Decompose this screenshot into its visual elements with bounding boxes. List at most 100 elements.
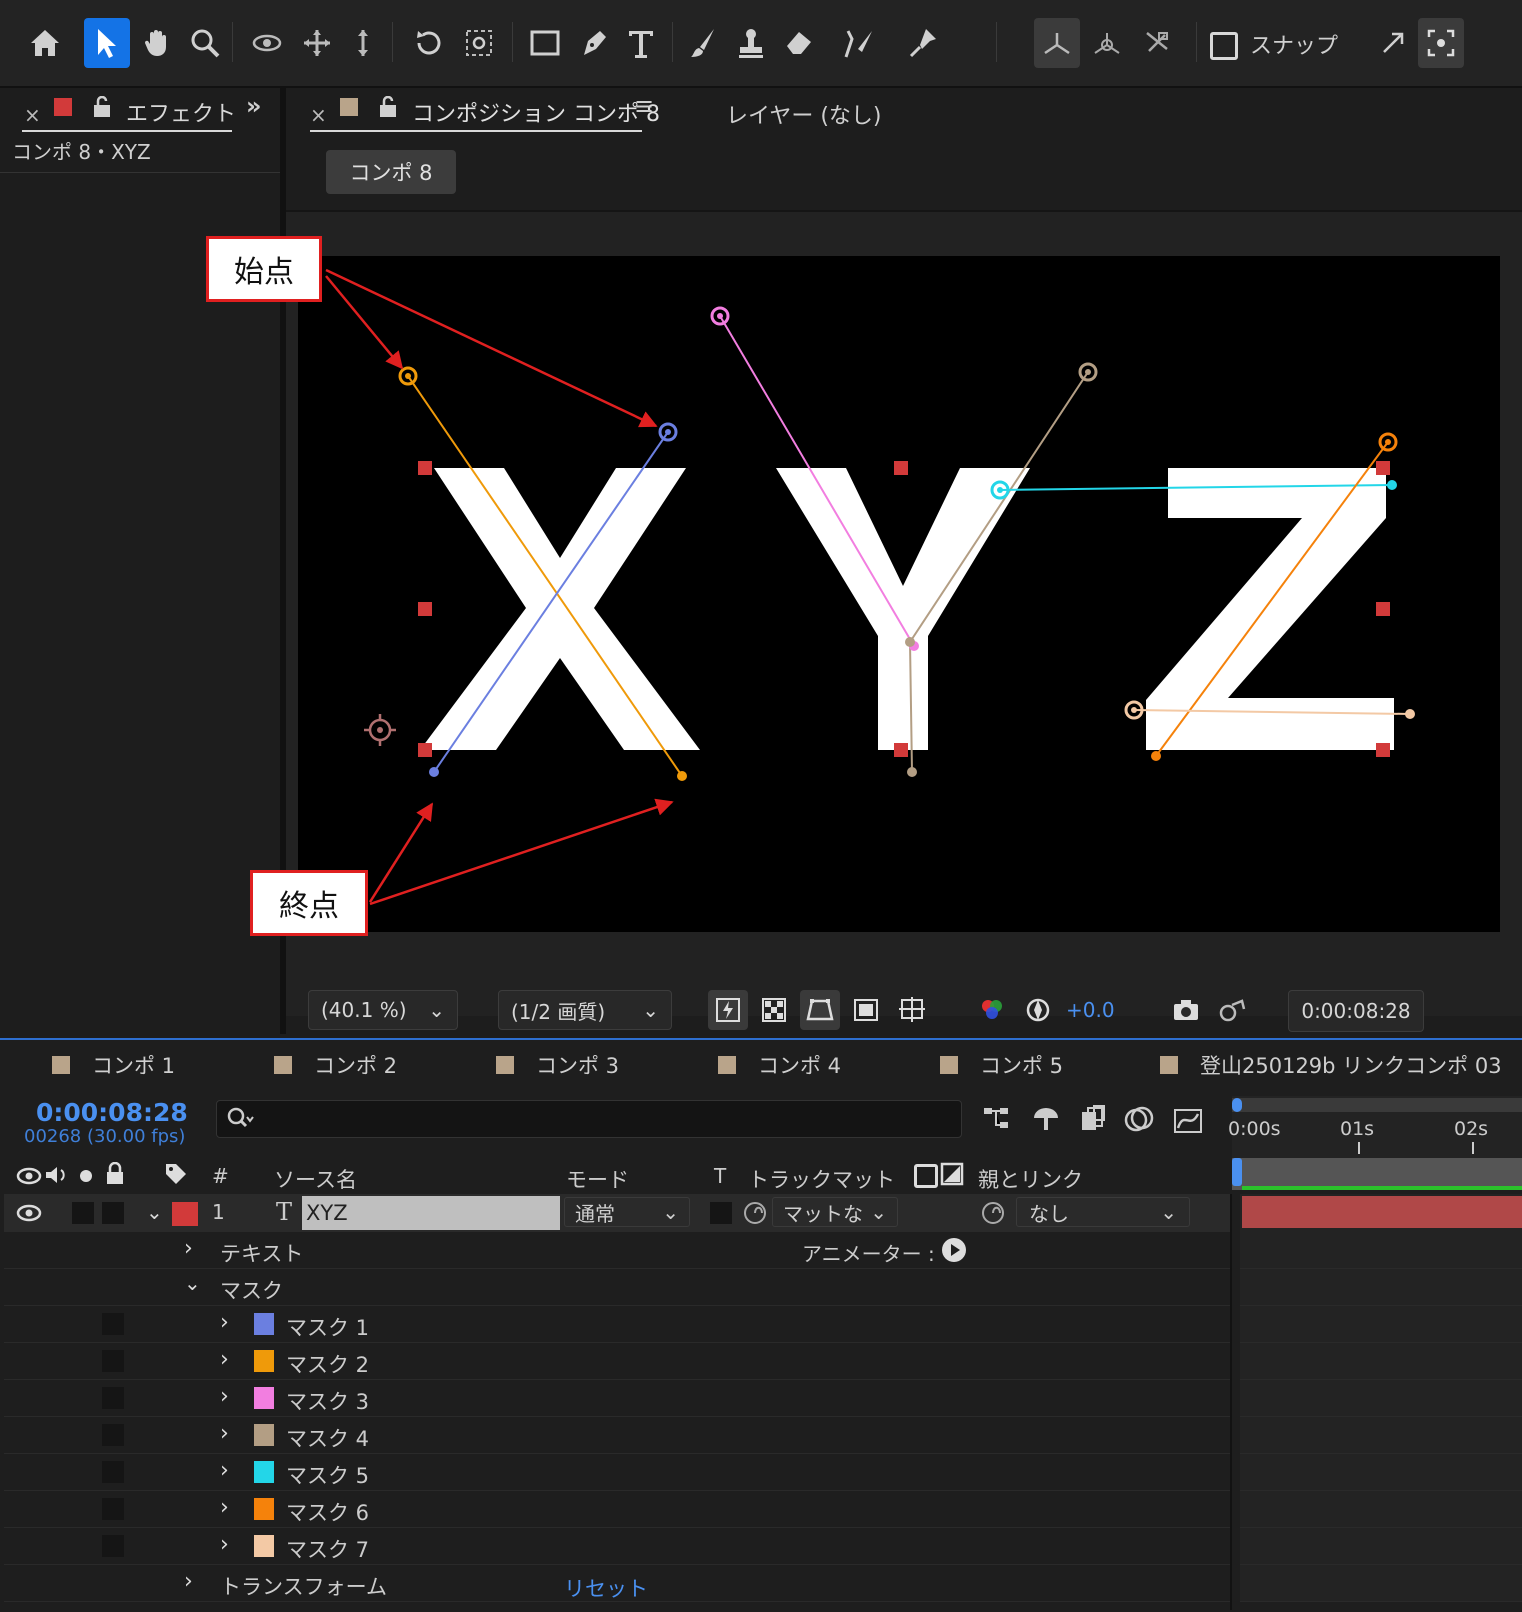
chevron-right-icon[interactable]: › <box>220 1384 229 1409</box>
graph-editor-icon[interactable] <box>1172 1104 1204 1138</box>
layer-search-input[interactable] <box>216 1100 962 1138</box>
mask-color-chip[interactable] <box>254 1424 274 1446</box>
timeline-tab-6[interactable]: 登山250129b リンクコンポ 03 <box>1160 1050 1502 1080</box>
chevron-right-icon[interactable]: › <box>220 1458 229 1483</box>
mask-visibility-switch[interactable] <box>102 1461 124 1483</box>
property-group-transform[interactable]: › トランスフォーム リセット <box>4 1565 1230 1602</box>
mask-row-6[interactable]: › マスク 6 <box>4 1491 1230 1528</box>
chevron-right-icon[interactable]: › <box>184 1236 193 1261</box>
mask-name[interactable]: マスク 6 <box>286 1497 369 1527</box>
current-time-display[interactable]: 0:00:08:28 <box>1288 990 1424 1032</box>
mask-row-5[interactable]: › マスク 5 <box>4 1454 1230 1491</box>
layer-duration-bar[interactable] <box>1242 1196 1522 1228</box>
preserve-transparency-checkbox[interactable] <box>710 1202 732 1224</box>
mask-visibility-switch[interactable] <box>102 1535 124 1557</box>
grid-guides-icon[interactable] <box>892 990 932 1030</box>
blend-mode-value: 通常 <box>575 1201 615 1226</box>
property-text-label: テキスト <box>220 1242 304 1266</box>
chevron-right-icon[interactable]: › <box>220 1495 229 1520</box>
magnification-dropdown[interactable]: (40.1 %) ⌄ <box>308 990 458 1030</box>
mask-row-2[interactable]: › マスク 2 <box>4 1343 1230 1380</box>
mask-color-chip[interactable] <box>254 1535 274 1557</box>
track-matte-dropdown[interactable]: マットな ⌄ <box>772 1197 898 1227</box>
color-channels-icon[interactable] <box>972 990 1012 1030</box>
mask-visibility-switch[interactable] <box>102 1424 124 1446</box>
mask-visibility-switch[interactable] <box>102 1387 124 1409</box>
ruler-tick-1: 01s <box>1340 1118 1375 1140</box>
mask-color-chip[interactable] <box>254 1350 274 1372</box>
timeline-current-time[interactable]: 0:00:08:28 <box>36 1098 188 1127</box>
blend-mode-dropdown[interactable]: 通常 ⌄ <box>564 1197 690 1227</box>
audio-icon <box>46 1167 65 1183</box>
solo-icon[interactable] <box>80 1170 92 1182</box>
exposure-value[interactable]: +0.0 <box>1066 998 1115 1022</box>
header-source-name[interactable]: ソース名 <box>274 1164 357 1194</box>
mask-name[interactable]: マスク 5 <box>286 1460 369 1490</box>
timeline-tab-3[interactable]: コンポ 3 <box>496 1050 619 1080</box>
mask-color-chip[interactable] <box>254 1387 274 1409</box>
work-area-start-handle[interactable] <box>1232 1098 1242 1112</box>
mask-name[interactable]: マスク 2 <box>286 1349 369 1379</box>
mask-row-3[interactable]: › マスク 3 <box>4 1380 1230 1417</box>
chevron-right-icon[interactable]: › <box>220 1310 229 1335</box>
chevron-down-icon: ⌄ <box>662 1200 679 1224</box>
mask-visibility-icon[interactable] <box>800 990 840 1030</box>
mask-name[interactable]: マスク 7 <box>286 1534 369 1564</box>
resolution-dropdown[interactable]: (1/2 画質) ⌄ <box>498 990 672 1030</box>
lock-switch[interactable] <box>102 1202 124 1224</box>
property-group-text[interactable]: › テキスト アニメーター : <box>4 1232 1230 1269</box>
property-group-masks[interactable]: ⌄ マスク <box>4 1269 1230 1306</box>
chevron-down-icon: ⌄ <box>870 1200 887 1224</box>
mask-row-4[interactable]: › マスク 4 <box>4 1417 1230 1454</box>
mask-row-2-track <box>1240 1343 1522 1380</box>
show-snapshot-icon[interactable] <box>1212 990 1252 1030</box>
fast-previews-icon[interactable] <box>708 990 748 1030</box>
snapshot-icon[interactable] <box>1166 990 1206 1030</box>
mask-row-7[interactable]: › マスク 7 <box>4 1528 1230 1565</box>
animator-add-icon[interactable] <box>942 1238 966 1262</box>
shy-layers-icon[interactable] <box>1030 1104 1062 1138</box>
chevron-right-icon[interactable]: › <box>184 1569 193 1594</box>
label-chip <box>274 1056 292 1074</box>
callout-end: 終点 <box>250 870 368 936</box>
timeline-tab-5[interactable]: コンポ 5 <box>940 1050 1063 1080</box>
label-tag-icon <box>166 1164 186 1184</box>
mask-name[interactable]: マスク 4 <box>286 1423 369 1453</box>
mask-name[interactable]: マスク 3 <box>286 1386 369 1416</box>
parent-dropdown[interactable]: なし ⌄ <box>1016 1197 1190 1227</box>
layer-name[interactable]: XYZ <box>302 1196 560 1230</box>
chevron-right-icon[interactable]: › <box>220 1532 229 1557</box>
mask-visibility-switch[interactable] <box>102 1313 124 1335</box>
timeline-tab-2[interactable]: コンポ 2 <box>274 1050 397 1080</box>
chevron-right-icon[interactable]: › <box>220 1347 229 1372</box>
timeline-tab-label: コンポ 3 <box>536 1054 620 1078</box>
frame-blending-icon[interactable] <box>1078 1104 1108 1138</box>
mask-color-chip[interactable] <box>254 1461 274 1483</box>
reset-exposure-icon[interactable] <box>1018 990 1058 1030</box>
region-of-interest-icon[interactable] <box>846 990 886 1030</box>
layer-label-color[interactable] <box>172 1202 198 1226</box>
transparency-grid-icon[interactable] <box>754 990 794 1030</box>
mask-row-1[interactable]: › マスク 1 <box>4 1306 1230 1343</box>
mask-color-chip[interactable] <box>254 1313 274 1335</box>
mask-color-chip[interactable] <box>254 1498 274 1520</box>
matte-invert-icon <box>940 1162 964 1186</box>
mask-visibility-switch[interactable] <box>102 1498 124 1520</box>
transform-reset-link[interactable]: リセット <box>564 1573 648 1603</box>
header-parent: 親とリンク <box>978 1168 1083 1192</box>
layer-row[interactable]: ⌄ 1 T XYZ 通常 ⌄ マットな ⌄ なし ⌄ <box>4 1194 1230 1232</box>
timeline-tab-4[interactable]: コンポ 4 <box>718 1050 841 1080</box>
current-time-indicator[interactable] <box>1232 1158 1242 1186</box>
timeline-tab-label: コンポ 1 <box>92 1054 176 1078</box>
timeline-tab-1[interactable]: コンポ 1 <box>52 1050 175 1080</box>
motion-blur-icon[interactable] <box>1124 1104 1156 1138</box>
solo-switch[interactable] <box>72 1202 94 1224</box>
chevron-down-icon[interactable]: ⌄ <box>146 1200 163 1224</box>
comp-flowchart-icon[interactable] <box>982 1104 1016 1138</box>
chevron-down-icon[interactable]: ⌄ <box>184 1271 201 1295</box>
mask-name[interactable]: マスク 1 <box>286 1312 369 1342</box>
matte-alpha-icon <box>914 1164 938 1188</box>
work-area-bar[interactable] <box>1232 1098 1522 1112</box>
mask-visibility-switch[interactable] <box>102 1350 124 1372</box>
chevron-right-icon[interactable]: › <box>220 1421 229 1446</box>
